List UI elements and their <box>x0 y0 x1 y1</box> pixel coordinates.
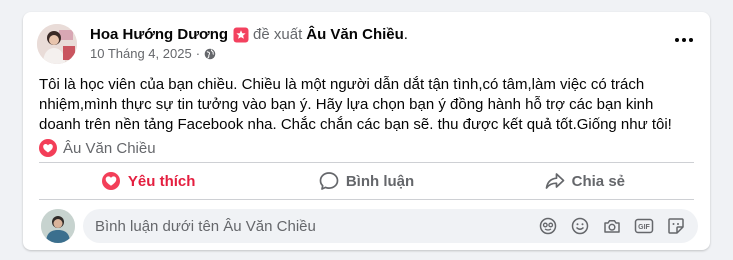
share-button[interactable]: Chia sẻ <box>476 163 694 199</box>
post-body: Tôi là học viên của bạn chiều. Chiều là … <box>39 75 699 135</box>
svg-text:GIF: GIF <box>638 224 650 231</box>
camera-icon[interactable] <box>596 210 628 242</box>
more-options-icon[interactable] <box>672 32 696 48</box>
reaction-name: Âu Văn Chiều <box>63 139 156 157</box>
post-date[interactable]: 10 Tháng 4, 2025 <box>90 46 192 61</box>
heart-reaction-icon <box>39 139 57 157</box>
meta-separator: · <box>195 46 201 61</box>
commenter-avatar[interactable] <box>41 209 75 243</box>
post-card: Hoa Hướng Dương đề xuất Âu Văn Chiều . 1… <box>23 12 710 250</box>
share-arrow-icon <box>545 173 564 189</box>
speech-bubble-icon <box>319 172 339 190</box>
author-avatar[interactable] <box>37 24 77 64</box>
post-meta: 10 Tháng 4, 2025 · <box>90 46 216 61</box>
comment-tools: GIF <box>532 210 692 242</box>
action-bar: Yêu thích Bình luận Chia sẻ <box>39 163 694 199</box>
comment-input[interactable]: Bình luận dưới tên Âu Văn Chiều GIF <box>83 209 698 243</box>
reaction-summary[interactable]: Âu Văn Chiều <box>39 139 156 157</box>
post-header: Hoa Hướng Dương đề xuất Âu Văn Chiều . <box>90 26 408 43</box>
like-label: Yêu thích <box>127 172 196 190</box>
header-period: . <box>403 26 408 43</box>
recommend-badge-icon <box>233 27 249 43</box>
comment-placeholder: Bình luận dưới tên Âu Văn Chiều <box>95 217 316 235</box>
author-name[interactable]: Hoa Hướng Dương <box>90 26 228 43</box>
comment-button[interactable]: Bình luận <box>257 163 475 199</box>
post-text: Tôi là học viên của bạn chiều. Chiều là … <box>39 76 672 133</box>
emoji-icon[interactable] <box>564 210 596 242</box>
like-button[interactable]: Yêu thích <box>39 163 257 199</box>
heart-icon <box>101 172 120 190</box>
divider-bottom <box>39 199 694 200</box>
gif-icon[interactable]: GIF <box>628 210 660 242</box>
avatar-sticker-icon[interactable] <box>532 210 564 242</box>
comment-composer: Bình luận dưới tên Âu Văn Chiều GIF <box>41 208 698 244</box>
recommended-page-name[interactable]: Âu Văn Chiều <box>306 26 404 43</box>
globe-icon[interactable] <box>204 48 216 60</box>
recommend-text: đề xuất <box>253 26 303 43</box>
share-label: Chia sẻ <box>571 172 625 190</box>
sticker-icon[interactable] <box>660 210 692 242</box>
comment-label: Bình luận <box>345 172 415 190</box>
